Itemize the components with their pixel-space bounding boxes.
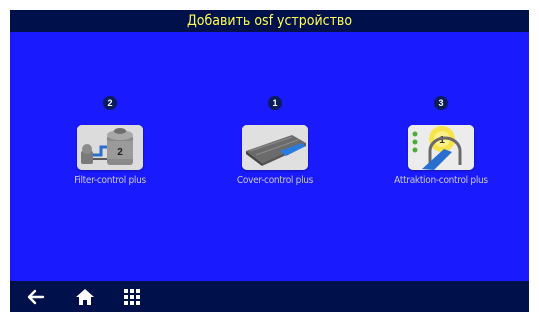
page-title: Добавить osf устройство	[186, 13, 353, 29]
device-badge: 1	[268, 96, 282, 110]
device-badge: 3	[434, 96, 448, 110]
attraction-slide-icon[interactable]: 1	[408, 125, 474, 170]
grid-menu-icon[interactable]	[120, 285, 144, 309]
svg-text:2: 2	[117, 147, 123, 158]
filter-tank-icon[interactable]: 2	[77, 125, 143, 170]
device-cover-control[interactable]: 1 Cover-control plus	[210, 96, 340, 206]
back-arrow-icon[interactable]	[24, 285, 48, 309]
screen: Добавить osf устройство 2 2 Filter-contr…	[10, 10, 529, 312]
device-badge: 2	[103, 96, 117, 110]
bottom-nav-bar	[10, 281, 529, 312]
device-attraction-control[interactable]: 3 1 Attraktion-control plus	[376, 96, 506, 206]
device-label: Filter-control plus	[74, 175, 146, 186]
device-filter-control[interactable]: 2 2 Filter-control plus	[45, 96, 175, 206]
pool-cover-icon[interactable]	[242, 125, 308, 170]
title-bar: Добавить osf устройство	[10, 10, 529, 32]
device-label: Attraktion-control plus	[394, 175, 488, 186]
device-label: Cover-control plus	[236, 175, 314, 186]
home-icon[interactable]	[73, 285, 97, 309]
